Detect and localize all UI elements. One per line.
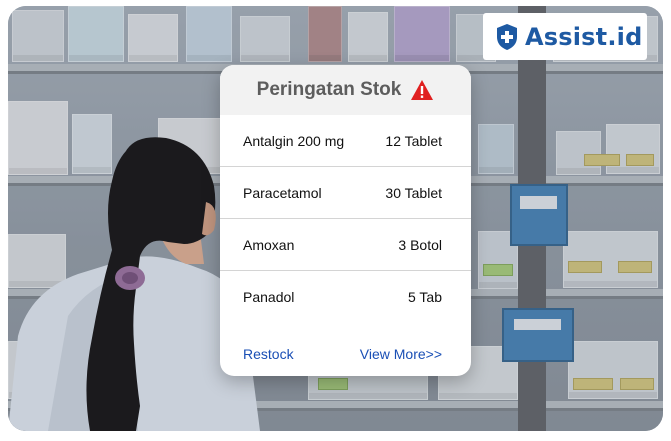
brand-name: Assist.id — [525, 22, 643, 51]
stock-alert-card: Peringatan Stok Antalgin 200 mg 12 Table… — [220, 65, 471, 376]
stock-row: Panadol 5 Tab — [220, 271, 471, 323]
stock-row: Paracetamol 30 Tablet — [220, 167, 471, 219]
item-stock: 5 Tab — [408, 289, 442, 305]
card-title: Peringatan Stok — [256, 79, 402, 100]
card-header: Peringatan Stok — [220, 65, 471, 115]
shield-plus-icon — [497, 23, 517, 50]
item-name: Amoxan — [243, 236, 295, 253]
stock-row: Amoxan 3 Botol — [220, 219, 471, 271]
item-stock: 12 Tablet — [385, 132, 442, 149]
brand-badge: Assist.id — [483, 13, 647, 60]
restock-link[interactable]: Restock — [243, 346, 294, 362]
item-name: Antalgin 200 mg — [243, 132, 345, 149]
card-footer: Restock View More>> — [220, 346, 471, 362]
view-more-link[interactable]: View More>> — [360, 346, 442, 362]
item-name: Paracetamol — [243, 184, 322, 201]
item-stock: 30 Tablet — [385, 184, 442, 201]
stock-row: Antalgin 200 mg 12 Tablet — [220, 115, 471, 167]
stock-list: Antalgin 200 mg 12 Tablet Paracetamol 30… — [220, 115, 471, 323]
item-stock: 3 Botol — [398, 236, 442, 253]
warning-icon — [411, 80, 434, 100]
item-name: Panadol — [243, 289, 295, 305]
